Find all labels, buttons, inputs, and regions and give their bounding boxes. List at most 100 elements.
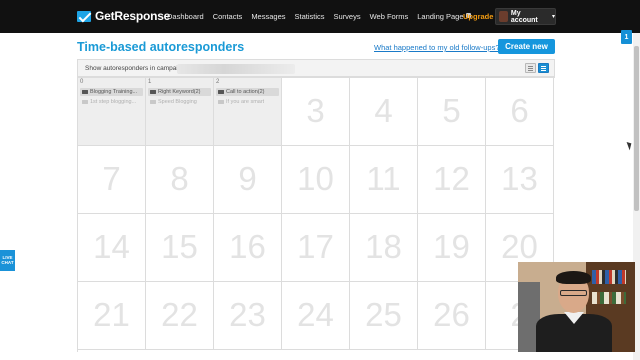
nav-item-landing-page-label: Landing Page: [417, 12, 464, 21]
calendar-day-cell[interactable]: 5: [418, 78, 486, 146]
day-number: 22: [161, 296, 198, 333]
envelope-icon: [150, 100, 156, 104]
message-title: Call to action(2): [226, 89, 265, 95]
day-number: 1: [148, 79, 152, 85]
calendar-day-cell[interactable]: 2 Call to action(2) If you are smart: [214, 78, 282, 146]
message-title: Blogging Training...: [90, 89, 138, 95]
calendar-day-cell[interactable]: 8: [146, 146, 214, 214]
message-title: Right Keyword(2): [158, 89, 201, 95]
my-account-menu[interactable]: My account ▾: [495, 8, 556, 25]
day-number: 26: [433, 296, 470, 333]
list-icon-line: [528, 66, 533, 67]
day-number: 18: [365, 228, 402, 265]
day-number: 14: [93, 228, 130, 265]
top-navigation-bar: GetResponse Dashboard Contacts Messages …: [0, 0, 640, 33]
campaign-filter-bar: Show autoresponders in campaign:: [77, 59, 555, 77]
my-account-label: My account: [510, 9, 538, 24]
live-chat-button[interactable]: LIVE CHAT: [0, 250, 15, 271]
calendar-day-cell[interactable]: 14: [78, 214, 146, 282]
calendar-day-cell[interactable]: 19: [418, 214, 486, 282]
getresponse-logo[interactable]: GetResponse: [77, 9, 170, 23]
day-number: 21: [93, 296, 130, 333]
calendar-day-cell[interactable]: 4: [350, 78, 418, 146]
day-number: 24: [297, 296, 334, 333]
envelope-icon: [150, 90, 156, 94]
calendar-day-cell[interactable]: 6: [486, 78, 554, 146]
create-new-button[interactable]: Create new: [498, 39, 555, 54]
day-number: 4: [374, 92, 393, 129]
day-number: 9: [238, 160, 257, 197]
message-title: 1st step blogging...: [90, 99, 137, 105]
main-nav: Dashboard Contacts Messages Statistics S…: [167, 12, 471, 21]
message-title: Speed Blogging: [158, 99, 197, 105]
nav-item-messages[interactable]: Messages: [251, 12, 285, 21]
chevron-down-icon: ▾: [551, 14, 555, 20]
day-number: 23: [229, 296, 266, 333]
day-number: 2: [216, 79, 220, 85]
calendar-day-cell[interactable]: 12: [418, 146, 486, 214]
calendar-day-cell[interactable]: 3: [282, 78, 350, 146]
avatar: [499, 11, 508, 22]
day-number: 17: [297, 228, 334, 265]
webcam-person-glasses: [560, 290, 587, 296]
scrollbar-thumb[interactable]: [634, 46, 639, 211]
autoresponder-message[interactable]: Speed Blogging: [148, 98, 211, 106]
calendar-day-cell[interactable]: 0 Blogging Training... 1st step blogging..…: [78, 78, 146, 146]
grid-icon-line: [541, 70, 546, 71]
calendar-day-cell[interactable]: 10: [282, 146, 350, 214]
calendar-day-cell[interactable]: 17: [282, 214, 350, 282]
day-number: 19: [433, 228, 470, 265]
day-number: 3: [306, 92, 325, 129]
autoresponder-message[interactable]: Right Keyword(2): [148, 88, 211, 96]
page-title: Time-based autoresponders: [77, 40, 245, 54]
nav-item-surveys[interactable]: Surveys: [334, 12, 361, 21]
notification-badge[interactable]: 1: [621, 30, 632, 44]
upgrade-link[interactable]: Upgrade: [463, 12, 493, 21]
day-number: 13: [501, 160, 538, 197]
webcam-overlay: [518, 262, 635, 352]
envelope-icon: [82, 90, 88, 94]
calendar-day-cell[interactable]: 23: [214, 282, 282, 350]
autoresponder-message[interactable]: Call to action(2): [216, 88, 279, 96]
autoresponder-message[interactable]: 1st step blogging...: [80, 98, 143, 106]
list-view-button[interactable]: [525, 63, 536, 73]
calendar-day-cell[interactable]: 24: [282, 282, 350, 350]
day-number: 12: [433, 160, 470, 197]
calendar-day-cell[interactable]: 25: [350, 282, 418, 350]
old-follow-ups-link[interactable]: What happened to my old follow-ups?: [374, 43, 500, 52]
calendar-day-cell[interactable]: 16: [214, 214, 282, 282]
campaign-select[interactable]: [177, 64, 295, 74]
nav-item-web-forms[interactable]: Web Forms: [370, 12, 409, 21]
list-icon-line: [528, 70, 533, 71]
grid-icon-line: [541, 68, 546, 69]
message-title: If you are smart: [226, 99, 265, 105]
calendar-day-cell[interactable]: 9: [214, 146, 282, 214]
calendar-day-cell[interactable]: 26: [418, 282, 486, 350]
envelope-icon: [77, 10, 91, 22]
list-icon-line: [528, 68, 533, 69]
calendar-day-cell[interactable]: 1 Right Keyword(2) Speed Blogging: [146, 78, 214, 146]
day-number: 16: [229, 228, 266, 265]
calendar-day-cell[interactable]: 15: [146, 214, 214, 282]
nav-item-statistics[interactable]: Statistics: [295, 12, 325, 21]
calendar-day-cell[interactable]: 22: [146, 282, 214, 350]
calendar-day-cell[interactable]: 11: [350, 146, 418, 214]
nav-item-contacts[interactable]: Contacts: [213, 12, 243, 21]
day-number: 8: [170, 160, 189, 197]
day-number: 7: [102, 160, 121, 197]
envelope-icon: [82, 100, 88, 104]
calendar-day-cell[interactable]: 13: [486, 146, 554, 214]
calendar-day-cell[interactable]: 7: [78, 146, 146, 214]
nav-item-dashboard[interactable]: Dashboard: [167, 12, 204, 21]
autoresponder-message[interactable]: If you are smart: [216, 98, 279, 106]
webcam-person-hair: [556, 271, 591, 284]
grid-view-button[interactable]: [538, 63, 549, 73]
calendar-day-cell[interactable]: 18: [350, 214, 418, 282]
calendar-day-cell[interactable]: 21: [78, 282, 146, 350]
autoresponder-message[interactable]: Blogging Training...: [80, 88, 143, 96]
live-chat-line2: CHAT: [1, 260, 14, 265]
campaign-filter-label: Show autoresponders in campaign:: [85, 65, 187, 72]
day-number: 25: [365, 296, 402, 333]
day-number: 5: [442, 92, 461, 129]
day-number: 10: [297, 160, 334, 197]
